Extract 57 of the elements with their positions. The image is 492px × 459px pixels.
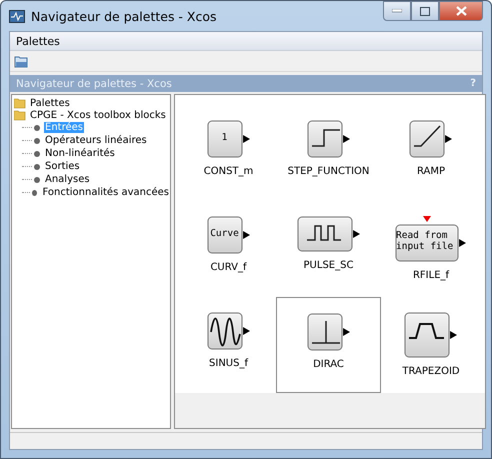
panel-title: Navigateur de palettes - Xcos xyxy=(16,78,172,90)
block-tile[interactable]: PULSE_SC xyxy=(276,201,381,297)
tree-item[interactable]: Palettes xyxy=(29,98,71,108)
bullet-icon xyxy=(32,190,38,196)
tree-item[interactable]: Non-linéarités xyxy=(44,148,116,159)
block-icon[interactable] xyxy=(206,312,250,350)
block-tile[interactable]: Curve CURV_f xyxy=(181,201,276,297)
tree-item[interactable]: CPGE - Xcos toolbox blocks xyxy=(29,110,167,120)
bullet-icon xyxy=(34,176,40,182)
block-name: TRAPEZOID xyxy=(402,366,460,377)
bullet-icon xyxy=(34,164,40,170)
block-name: DIRAC xyxy=(313,359,344,370)
block-tile[interactable]: TRAPEZOID xyxy=(381,297,481,393)
block-name: RAMP xyxy=(416,166,446,177)
tree-item[interactable]: Fonctionnalités avancées xyxy=(41,187,170,198)
block-tile[interactable]: STEP_FUNCTION xyxy=(276,105,381,201)
block-name: RFILE_f xyxy=(412,270,450,281)
block-icon[interactable] xyxy=(206,216,250,254)
minimize-button[interactable] xyxy=(383,1,411,21)
input-port-icon xyxy=(423,216,431,222)
maximize-icon xyxy=(420,6,430,16)
block-tile[interactable]: DIRAC xyxy=(276,297,381,393)
block-label: Curve xyxy=(210,228,239,240)
block-icon[interactable] xyxy=(306,120,350,158)
block-label: Read from input file xyxy=(396,231,454,253)
bullet-icon xyxy=(34,138,40,144)
block-name: STEP_FUNCTION xyxy=(288,166,370,177)
tree-item[interactable]: Sorties xyxy=(44,161,81,172)
menu-item[interactable]: Palettes xyxy=(16,34,60,48)
block-icon[interactable] xyxy=(306,313,350,351)
tree-item[interactable]: Opérateurs linéaires xyxy=(44,135,148,146)
close-icon xyxy=(456,6,466,16)
app-icon xyxy=(9,10,25,22)
block-label: 1 xyxy=(222,132,228,144)
block-icon[interactable] xyxy=(409,120,453,158)
block-name: CURV_f xyxy=(210,262,247,273)
bullet-icon xyxy=(34,150,40,156)
folder-icon[interactable] xyxy=(14,54,28,68)
block-icon[interactable] xyxy=(206,120,250,158)
window-title: Navigateur de palettes - Xcos xyxy=(31,8,218,24)
block-icon[interactable] xyxy=(296,216,360,252)
block-name: PULSE_SC xyxy=(304,260,354,271)
block-tile[interactable]: RAMP xyxy=(381,105,481,201)
bullet-icon xyxy=(34,124,40,130)
maximize-button[interactable] xyxy=(411,1,439,21)
block-tile[interactable]: Read from input file RFILE_f xyxy=(381,201,481,297)
folder-icon xyxy=(14,110,26,120)
block-name: CONST_m xyxy=(204,166,254,177)
block-icon[interactable] xyxy=(395,224,467,262)
block-tile[interactable]: 1 CONST_m xyxy=(181,105,276,201)
block-tile[interactable]: SINUS_f xyxy=(181,297,276,393)
tree-item[interactable]: Analyses xyxy=(44,174,91,185)
block-name: SINUS_f xyxy=(209,358,248,369)
folder-icon xyxy=(14,98,26,108)
close-button[interactable] xyxy=(439,1,483,21)
minimize-icon xyxy=(392,9,402,13)
block-icon[interactable] xyxy=(404,312,458,358)
